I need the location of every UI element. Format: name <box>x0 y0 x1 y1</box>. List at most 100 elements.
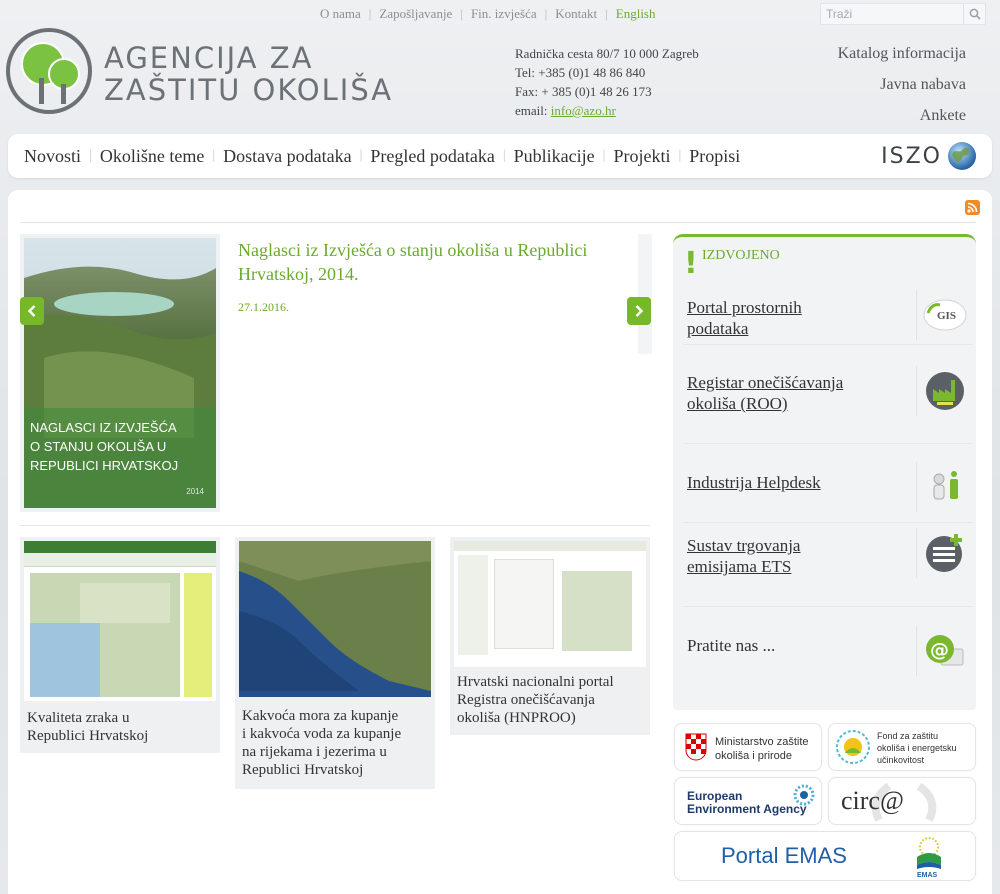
link-ankete[interactable]: Ankete <box>838 104 966 135</box>
topnav-fin-izvjesca[interactable]: Fin. izvješća <box>463 6 545 22</box>
card-caption: Kakvoća mora za kupanje i kakvoća voda z… <box>242 707 401 779</box>
caption-line: Hrvatski nacionalni portal <box>457 674 614 690</box>
divider <box>683 606 973 607</box>
caption-line: Republici Hrvatskoj <box>27 728 149 744</box>
cover-year: 2014 <box>186 487 204 496</box>
featured-title-link[interactable]: Naglasci iz Izvješća o stanju okoliša u … <box>238 238 638 286</box>
caption-line: Kakvoća mora za kupanje <box>242 708 399 724</box>
cover-line-2: O STANJU OKOLIŠA U <box>30 439 167 454</box>
link-javna-nabava[interactable]: Javna nabava <box>838 73 966 104</box>
agency-logo-tree-icon[interactable] <box>6 28 92 114</box>
emas-label: Portal EMAS <box>721 843 847 868</box>
follow-badge: @ <box>925 635 963 666</box>
slider-edge <box>638 234 652 354</box>
slider-next-button[interactable] <box>627 297 651 325</box>
search-input[interactable] <box>821 4 961 24</box>
factory-icon[interactable] <box>916 366 972 416</box>
divider <box>20 222 976 223</box>
fund-line: Fond za zaštitu <box>877 731 939 741</box>
partner-eea-link[interactable]: European Environment Agency <box>674 777 822 825</box>
nav-propisi[interactable]: Propisi <box>681 146 748 167</box>
sidebar-item-pratite-nas[interactable]: Pratite nas ... <box>687 635 775 656</box>
partner-circa-link[interactable]: circ@ <box>828 777 976 825</box>
iszo-link[interactable]: ISZO <box>881 140 978 172</box>
divider <box>683 344 973 345</box>
fund-line: učinkovitost <box>877 755 925 765</box>
coast-satellite-thumbnail <box>239 541 431 697</box>
slider-prev-button[interactable] <box>20 297 44 325</box>
email-row: email: info@azo.hr <box>515 101 699 120</box>
nav-pregled-podataka[interactable]: Pregled podataka <box>362 146 502 167</box>
email-link[interactable]: info@azo.hr <box>551 103 616 118</box>
chevron-left-icon <box>27 305 36 317</box>
nav-novosti[interactable]: Novosti <box>16 146 89 167</box>
nav-dostava-podataka[interactable]: Dostava podataka <box>215 146 359 167</box>
partner-fund-link[interactable]: Fond za zaštitu okoliša i energetsku uči… <box>828 723 976 771</box>
ets-badge <box>925 534 962 572</box>
gis-badge: GIS <box>923 299 966 331</box>
nav-projekti[interactable]: Projekti <box>605 146 678 167</box>
fund-line: okoliša i energetsku <box>877 743 957 753</box>
rss-feed-icon[interactable] <box>965 200 980 215</box>
search-button[interactable] <box>963 4 985 24</box>
topnav-english[interactable]: English <box>608 6 664 22</box>
circa-label: circ@ <box>841 786 904 815</box>
cover-line-1: NAGLASCI IZ IZVJEŠĆA <box>30 420 177 435</box>
card-bathing-water[interactable]: Kakvoća mora za kupanje i kakvoća voda z… <box>235 537 435 789</box>
partner-ministry-link[interactable]: Ministarstvo zaštite okoliša i prirode <box>674 723 822 771</box>
email-label: email: <box>515 103 548 118</box>
gis-icon[interactable]: GIS <box>916 290 972 340</box>
ministry-name: Ministarstvo zaštite okoliša i prirode <box>715 735 809 763</box>
top-utility-nav: O nama | Zapošljavanje | Fin. izvješća | Ko… <box>312 4 664 24</box>
contact-info: Radnička cesta 80/7 10 000 Zagreb Tel: +… <box>515 44 699 120</box>
sidebar-item-label: Sustav trgovanja <box>687 536 801 555</box>
eea-line: Environment Agency <box>687 802 807 816</box>
topnav-zaposljavanje[interactable]: Zapošljavanje <box>371 6 460 22</box>
eea-star-icon <box>793 784 815 806</box>
email-at-icon[interactable]: @ <box>916 626 972 676</box>
sidebar-item-industrija-helpdesk[interactable]: Industrija Helpdesk <box>687 472 821 493</box>
fund-name: Fond za zaštitu okoliša i energetsku uči… <box>877 730 957 766</box>
at-badge-text: @ <box>930 639 949 661</box>
sidebar-item-sustav-trgovanja-ets[interactable]: Sustav trgovanja emisijama ETS <box>687 535 800 577</box>
sidebar-item-label: Pratite nas ... <box>687 636 776 655</box>
sidebar-item-label: podataka <box>687 319 749 338</box>
featured-cover-image[interactable]: NAGLASCI IZ IZVJEŠĆA O STANJU OKOLIŠA U … <box>20 234 220 512</box>
emas-badge-icon: EMAS <box>917 837 941 879</box>
sidebar-item-registar-roo[interactable]: Registar onečišćavanja okoliša (ROO) <box>687 372 843 414</box>
topnav-o-nama[interactable]: O nama <box>312 6 369 22</box>
card-air-quality[interactable]: Kvaliteta zraka u Republici Hrvatskoj <box>20 537 220 753</box>
caption-line: i kakvoća voda za kupanje <box>242 726 402 742</box>
gis-badge-text: GIS <box>937 310 956 322</box>
cover-text: NAGLASCI IZ IZVJEŠĆA O STANJU OKOLIŠA U … <box>24 408 216 475</box>
sidebar-item-label: Portal prostornih <box>687 298 802 317</box>
caption-line: Kvaliteta zraka u <box>27 710 130 726</box>
air-quality-thumbnail <box>24 541 216 701</box>
sidebar-item-portal-prostornih-podataka[interactable]: Portal prostornih podataka <box>687 297 802 339</box>
fund-sun-icon <box>836 730 870 764</box>
factory-badge <box>925 372 964 410</box>
partner-emas-link[interactable]: Portal EMAS EMAS <box>674 831 976 881</box>
link-katalog-informacija[interactable]: Katalog informacija <box>838 42 966 73</box>
divider <box>683 522 973 523</box>
satellite-map-image <box>239 541 431 697</box>
nav-publikacije[interactable]: Publikacije <box>506 146 603 167</box>
ministry-line: Ministarstvo zaštite <box>715 736 809 748</box>
helpdesk-info-icon[interactable] <box>916 462 972 512</box>
portal-thumbnail <box>454 541 646 667</box>
globe-icon <box>948 142 976 170</box>
cover-line-3: REPUBLICI HRVATSKOJ <box>30 458 179 473</box>
topnav-kontakt[interactable]: Kontakt <box>547 6 605 22</box>
chevron-right-icon <box>635 305 644 317</box>
phone: Tel: +385 (0)1 48 86 840 <box>515 65 646 80</box>
nav-okolisne-teme[interactable]: Okolišne teme <box>92 146 212 167</box>
sidebar-item-label: emisijama ETS <box>687 557 792 576</box>
featured-date: 27.1.2016. <box>238 300 289 314</box>
brand-line-2: ZAŠTITU OKOLIŠA <box>104 73 394 107</box>
divider <box>683 443 973 444</box>
ets-icon[interactable] <box>916 528 972 578</box>
agency-wordmark[interactable]: AGENCIJA ZA ZAŠTITU OKOLIŠA <box>104 42 393 106</box>
card-hnproo[interactable]: Hrvatski nacionalni portal Registra oneč… <box>450 537 650 735</box>
divider <box>20 525 650 526</box>
card-caption: Kvaliteta zraka u Republici Hrvatskoj <box>27 709 148 745</box>
